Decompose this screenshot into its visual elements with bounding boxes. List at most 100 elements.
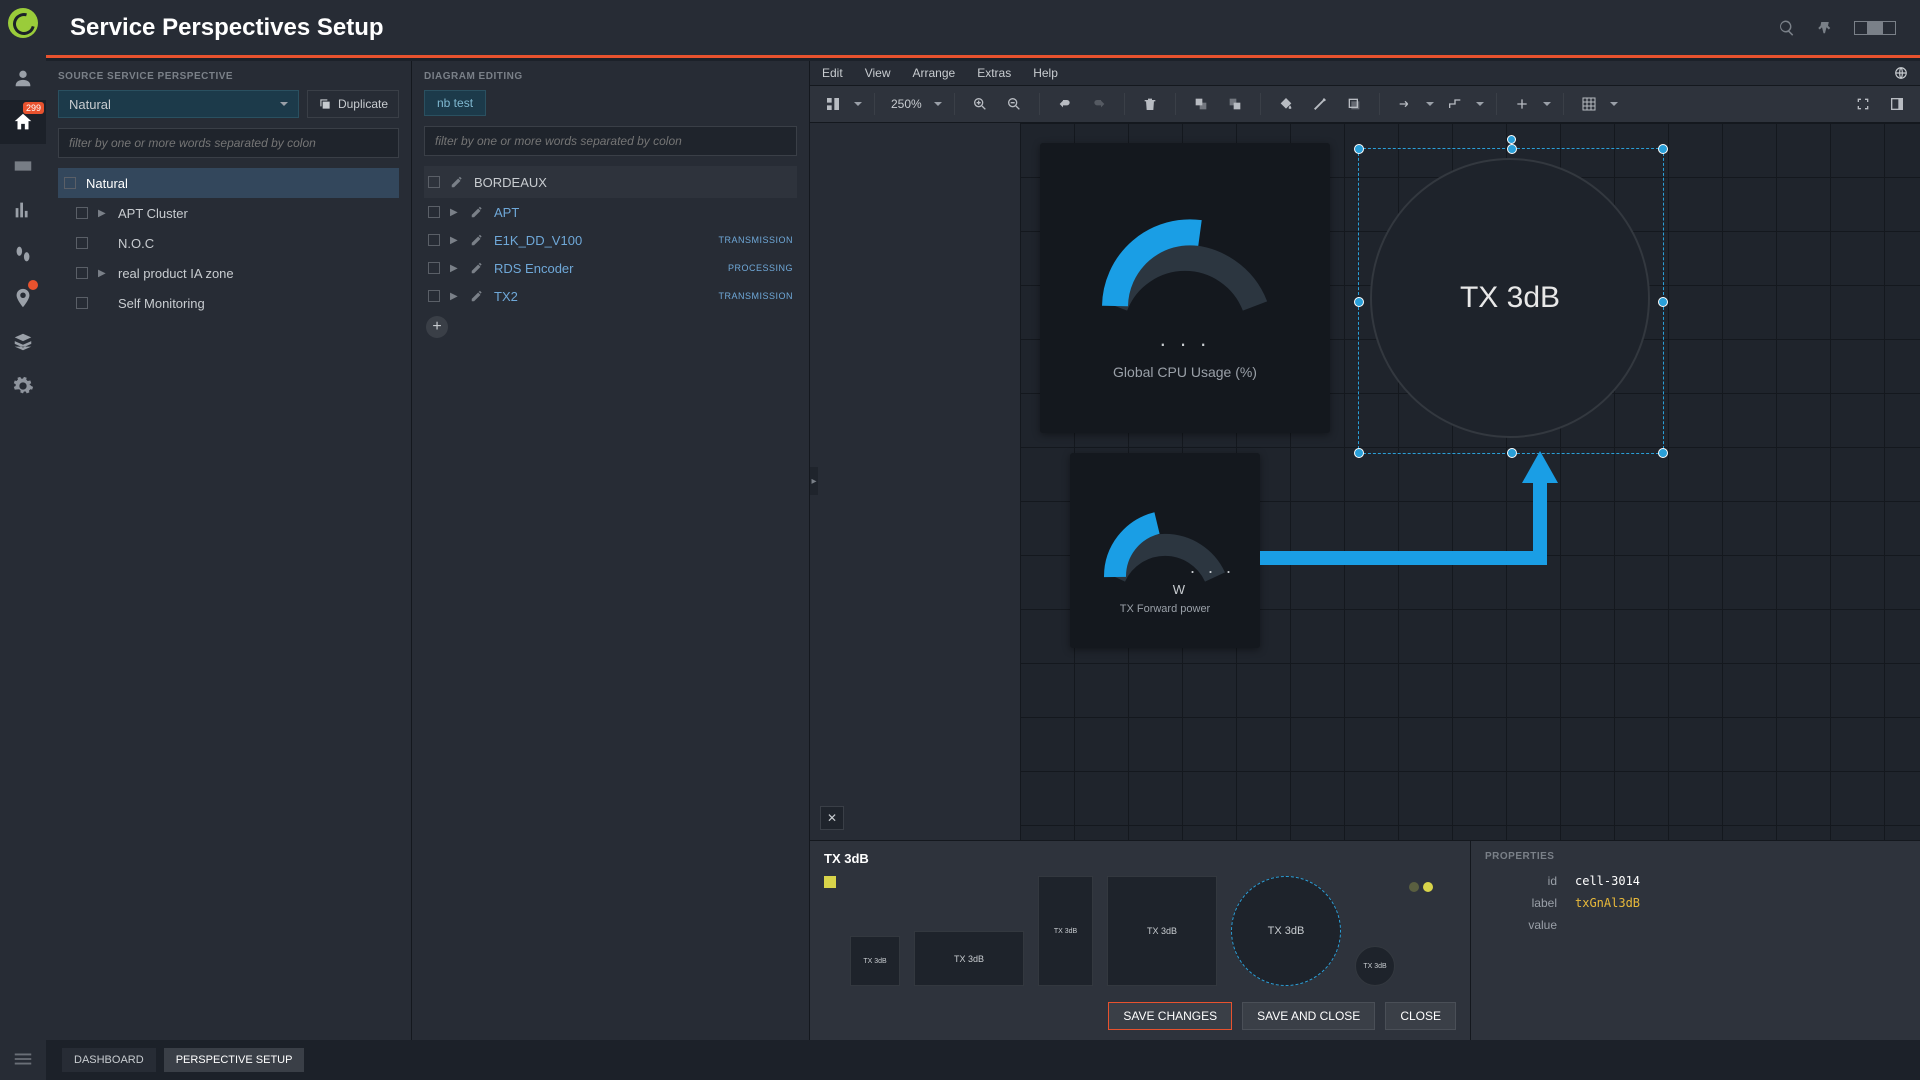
zoom-out-button[interactable] bbox=[1001, 91, 1027, 117]
rotate-handle[interactable] bbox=[1507, 135, 1516, 144]
shape-preview[interactable]: TX 3dB bbox=[914, 931, 1024, 986]
resize-handle[interactable] bbox=[1507, 144, 1517, 154]
add-button[interactable]: + bbox=[426, 316, 448, 338]
chevron-down-icon[interactable] bbox=[1426, 102, 1434, 110]
to-front-button[interactable] bbox=[1188, 91, 1214, 117]
checkbox-icon[interactable] bbox=[428, 262, 440, 274]
source-filter-input[interactable] bbox=[58, 128, 399, 158]
chevron-right-icon[interactable]: ▶ bbox=[450, 235, 460, 246]
chevron-right-icon[interactable]: ▶ bbox=[450, 207, 460, 218]
shape-preview-selected[interactable]: TX 3dB bbox=[1231, 876, 1341, 986]
tab-perspective-setup[interactable]: PERSPECTIVE SETUP bbox=[164, 1048, 305, 1072]
fill-button[interactable] bbox=[1273, 91, 1299, 117]
checkbox-icon[interactable] bbox=[428, 234, 440, 246]
resize-handle[interactable] bbox=[1658, 144, 1668, 154]
tree-item-natural[interactable]: Natural bbox=[58, 168, 399, 198]
nav-settings-icon[interactable] bbox=[0, 364, 46, 408]
menu-help[interactable]: Help bbox=[1033, 66, 1058, 80]
globe-icon[interactable] bbox=[1894, 66, 1908, 80]
to-back-button[interactable] bbox=[1222, 91, 1248, 117]
chevron-down-icon[interactable] bbox=[854, 102, 862, 110]
shadow-button[interactable] bbox=[1341, 91, 1367, 117]
outline-toggle-button[interactable]: ✕ bbox=[820, 806, 844, 830]
tab-dashboard[interactable]: DASHBOARD bbox=[62, 1048, 156, 1072]
nav-home-icon[interactable]: 299 bbox=[0, 100, 46, 144]
prop-label-value[interactable]: txGnAl3dB bbox=[1575, 896, 1640, 910]
tree-item[interactable]: Self Monitoring bbox=[58, 288, 399, 318]
connector-arrow[interactable] bbox=[1260, 443, 1580, 573]
save-changes-button[interactable]: SAVE CHANGES bbox=[1108, 1002, 1232, 1030]
checkbox-icon[interactable] bbox=[76, 267, 88, 279]
insert-button[interactable] bbox=[1509, 91, 1535, 117]
chevron-right-icon[interactable]: ▶ bbox=[450, 291, 460, 302]
checkbox-icon[interactable] bbox=[428, 206, 440, 218]
shape-preview[interactable]: TX 3dB bbox=[1355, 946, 1395, 986]
diagram-filter-input[interactable] bbox=[424, 126, 797, 156]
format-panel-button[interactable] bbox=[1884, 91, 1910, 117]
layout-toggle[interactable] bbox=[1854, 21, 1896, 35]
chevron-down-icon[interactable] bbox=[1543, 102, 1551, 110]
edit-icon[interactable] bbox=[470, 289, 484, 303]
tree-item[interactable]: ▶ APT Cluster bbox=[58, 198, 399, 228]
edit-icon[interactable] bbox=[450, 175, 464, 189]
chevron-right-icon[interactable]: ▶ bbox=[98, 208, 108, 219]
chevron-down-icon[interactable] bbox=[934, 102, 942, 110]
search-icon[interactable] bbox=[1778, 19, 1796, 37]
checkbox-icon[interactable] bbox=[428, 290, 440, 302]
menu-arrange[interactable]: Arrange bbox=[912, 66, 955, 80]
shape-preview[interactable]: TX 3dB bbox=[1107, 876, 1217, 986]
filter-icon[interactable] bbox=[1816, 19, 1834, 37]
tree-item[interactable]: N.O.C bbox=[58, 228, 399, 258]
checkbox-icon[interactable] bbox=[76, 207, 88, 219]
stroke-button[interactable] bbox=[1307, 91, 1333, 117]
cpu-usage-widget[interactable]: . . . Global CPU Usage (%) bbox=[1040, 143, 1330, 433]
chevron-right-icon[interactable]: ▶ bbox=[450, 263, 460, 274]
zoom-level[interactable]: 250% bbox=[887, 97, 926, 111]
resize-handle[interactable] bbox=[1658, 297, 1668, 307]
resize-handle[interactable] bbox=[1354, 297, 1364, 307]
undo-button[interactable] bbox=[1052, 91, 1078, 117]
save-and-close-button[interactable]: SAVE AND CLOSE bbox=[1242, 1002, 1375, 1030]
chevron-right-icon[interactable]: ▶ bbox=[98, 268, 108, 279]
tree-item[interactable]: ▶ real product IA zone bbox=[58, 258, 399, 288]
checkbox-icon[interactable] bbox=[76, 297, 88, 309]
diagram-item[interactable]: ▶ RDS Encoder PROCESSING bbox=[424, 254, 797, 282]
menu-edit[interactable]: Edit bbox=[822, 66, 843, 80]
checkbox-icon[interactable] bbox=[76, 237, 88, 249]
redo-button[interactable] bbox=[1086, 91, 1112, 117]
zoom-in-button[interactable] bbox=[967, 91, 993, 117]
checkbox-icon[interactable] bbox=[428, 176, 440, 188]
waypoints-button[interactable] bbox=[1442, 91, 1468, 117]
nav-collapse-icon[interactable] bbox=[0, 1048, 46, 1070]
menu-view[interactable]: View bbox=[865, 66, 891, 80]
resize-handle[interactable] bbox=[1354, 144, 1364, 154]
edit-icon[interactable] bbox=[470, 205, 484, 219]
shape-preview[interactable]: TX 3dB bbox=[850, 936, 900, 986]
nav-user-icon[interactable] bbox=[0, 56, 46, 100]
diagram-item[interactable]: ▶ E1K_DD_V100 TRANSMISSION bbox=[424, 226, 797, 254]
resize-handle[interactable] bbox=[1658, 448, 1668, 458]
close-button[interactable]: CLOSE bbox=[1385, 1002, 1456, 1030]
layout-button[interactable] bbox=[820, 91, 846, 117]
resize-handle[interactable] bbox=[1354, 448, 1364, 458]
diagram-item[interactable]: ▶ APT bbox=[424, 198, 797, 226]
diagram-header-item[interactable]: BORDEAUX bbox=[424, 166, 797, 198]
chevron-down-icon[interactable] bbox=[1476, 102, 1484, 110]
color-swatch[interactable] bbox=[824, 876, 836, 888]
diagram-item[interactable]: ▶ TX2 TRANSMISSION bbox=[424, 282, 797, 310]
duplicate-button[interactable]: Duplicate bbox=[307, 90, 399, 118]
diagram-canvas[interactable]: ▸ ✕ . . . Global CPU Usage (%) bbox=[810, 123, 1920, 840]
menu-extras[interactable]: Extras bbox=[977, 66, 1011, 80]
tx-forward-power-widget[interactable]: . . . W TX Forward power bbox=[1070, 453, 1260, 648]
shape-preview[interactable]: TX 3dB bbox=[1038, 876, 1093, 986]
chevron-down-icon[interactable] bbox=[1610, 102, 1618, 110]
edit-icon[interactable] bbox=[470, 233, 484, 247]
delete-button[interactable] bbox=[1137, 91, 1163, 117]
nav-chart-icon[interactable] bbox=[0, 188, 46, 232]
nav-steps-icon[interactable] bbox=[0, 232, 46, 276]
perspective-select[interactable]: Natural bbox=[58, 90, 299, 118]
diagram-tab[interactable]: nb test bbox=[424, 90, 486, 116]
resize-handle[interactable] bbox=[1507, 448, 1517, 458]
table-button[interactable] bbox=[1576, 91, 1602, 117]
nav-stack-icon[interactable] bbox=[0, 320, 46, 364]
